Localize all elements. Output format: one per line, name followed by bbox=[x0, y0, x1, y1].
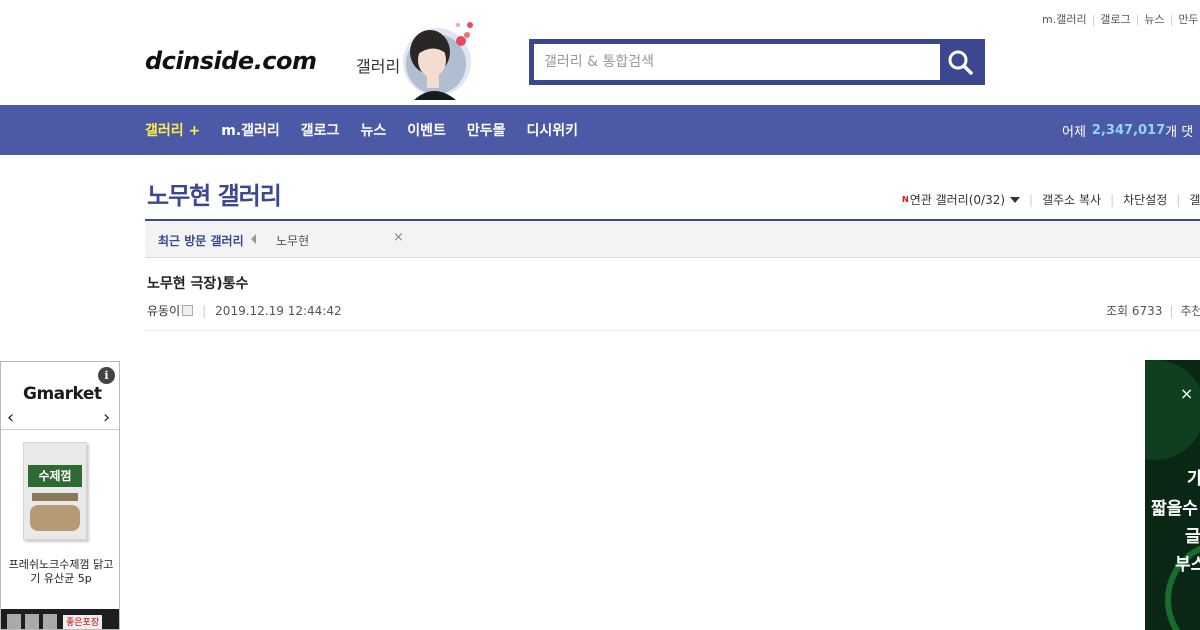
block-settings-link[interactable]: 차단설정 bbox=[1123, 191, 1167, 208]
brand-badge: 좋은포장 bbox=[63, 615, 103, 629]
nav-item-dcwiki[interactable]: 디시위키 bbox=[526, 120, 578, 140]
separator: | bbox=[1091, 13, 1096, 26]
nav-item-event[interactable]: 이벤트 bbox=[407, 120, 446, 140]
separator: | bbox=[1110, 192, 1115, 207]
ad-text-line: 부스 bbox=[1175, 555, 1200, 575]
nav-stats: 어제 2,347,017 개 댓 bbox=[1062, 105, 1193, 155]
copy-address-link[interactable]: 갤주소 복사 bbox=[1042, 191, 1101, 208]
post-meta: 유동이 | 2019.12.19 12:44:42 bbox=[147, 302, 342, 319]
gallery-info-link[interactable]: 갤러 bbox=[1189, 191, 1200, 208]
ad-decoration bbox=[1145, 360, 1200, 460]
separator: | bbox=[1169, 13, 1174, 26]
new-badge: N bbox=[902, 195, 909, 204]
thumbnail bbox=[25, 614, 39, 629]
search-icon bbox=[948, 50, 973, 75]
util-link-mandu[interactable]: 만두 bbox=[1178, 13, 1198, 26]
ad-text-line: 짧을수 bbox=[1151, 499, 1198, 519]
guest-user-icon bbox=[182, 305, 194, 316]
post-views: 조회 6733 bbox=[1106, 304, 1163, 318]
caret-left-icon bbox=[251, 234, 256, 244]
search-input[interactable] bbox=[534, 44, 940, 80]
post-title: 노무현 극장)통수 bbox=[147, 276, 249, 292]
nav-item-gallog[interactable]: 갤로그 bbox=[301, 120, 340, 140]
recent-galleries-bar: 최근 방문 갤러리 노무현 × bbox=[145, 219, 1200, 258]
stats-label: 어제 bbox=[1062, 124, 1086, 140]
recent-gallery-item[interactable]: 노무현 bbox=[276, 232, 309, 249]
divider bbox=[145, 330, 1200, 331]
related-gallery-link[interactable]: 연관 갤러리(0/32) bbox=[910, 191, 1005, 208]
chevron-down-icon[interactable] bbox=[1010, 196, 1021, 203]
util-link-m-gallery[interactable]: m.갤러리 bbox=[1042, 13, 1087, 26]
post-stats: 조회 6733 | 추천 bbox=[1106, 302, 1200, 319]
search-box bbox=[529, 39, 985, 85]
nav-item-m-gallery[interactable]: m.갤러리 bbox=[221, 120, 280, 140]
mascot-illustration bbox=[403, 22, 473, 100]
recent-galleries-label: 최근 방문 갤러리 bbox=[158, 234, 244, 248]
stats-unit: 개 댓 bbox=[1165, 124, 1194, 140]
separator: | bbox=[1029, 192, 1034, 207]
separator: | bbox=[202, 303, 207, 318]
search-button[interactable] bbox=[940, 44, 980, 80]
ad-header: Gmarket i ‹ › bbox=[1, 362, 119, 430]
site-logo[interactable]: dcinside.com bbox=[145, 47, 317, 75]
right-ad-banner[interactable]: × 가 짧을수 글 부스 bbox=[1145, 360, 1200, 630]
close-icon[interactable]: × bbox=[1180, 384, 1193, 403]
info-icon[interactable]: i bbox=[98, 367, 115, 384]
top-util-links: m.갤러리 | 갤로그 | 뉴스 | 만두 bbox=[1042, 11, 1199, 27]
product-name[interactable]: 프레쉬노크수제껌 닭고기 유산균 5p bbox=[5, 558, 117, 586]
util-link-gallog[interactable]: 갤로그 bbox=[1100, 13, 1130, 26]
ad-text-line: 글 bbox=[1185, 527, 1200, 547]
post-recommend: 추천 bbox=[1180, 304, 1200, 318]
post-date: 2019.12.19 12:44:42 bbox=[215, 303, 342, 318]
nav-item-news[interactable]: 뉴스 bbox=[360, 120, 386, 140]
main-nav: 갤러리 + m.갤러리 갤로그 뉴스 이벤트 만두몰 디시위키 어제 2,347… bbox=[0, 105, 1200, 155]
product-stripe bbox=[32, 493, 78, 501]
chevron-left-icon[interactable]: ‹ bbox=[7, 407, 14, 428]
stats-value: 2,347,017 bbox=[1091, 122, 1166, 138]
product-image[interactable]: 수제껌 bbox=[23, 442, 87, 540]
nav-item-gallery[interactable]: 갤러리 + bbox=[145, 120, 200, 140]
close-icon[interactable]: × bbox=[393, 230, 404, 245]
thumbnail bbox=[43, 614, 57, 629]
nav-item-mandumall[interactable]: 만두몰 bbox=[467, 120, 506, 140]
product-label: 수제껌 bbox=[28, 465, 82, 487]
separator: | bbox=[1135, 13, 1140, 26]
left-ad-banner[interactable]: Gmarket i ‹ › 수제껌 프레쉬노크수제껌 닭고기 유산균 5p 좋은… bbox=[0, 361, 120, 630]
ad-bottom-strip: 좋은포장 bbox=[1, 609, 119, 629]
product-photo bbox=[30, 505, 80, 531]
ad-text-line: 가 bbox=[1187, 469, 1200, 489]
separator: | bbox=[1176, 192, 1181, 207]
gmarket-logo: Gmarket bbox=[23, 384, 102, 404]
util-link-news[interactable]: 뉴스 bbox=[1144, 13, 1164, 26]
gallery-title[interactable]: 노무현 갤러리 bbox=[147, 176, 282, 211]
gallery-links: N 연관 갤러리(0/32) | 갤주소 복사 | 차단설정 | 갤러 bbox=[902, 191, 1200, 208]
chevron-right-icon[interactable]: › bbox=[103, 407, 110, 428]
post-author[interactable]: 유동이 bbox=[147, 302, 180, 319]
thumbnail bbox=[7, 614, 21, 629]
separator: | bbox=[1169, 304, 1174, 318]
